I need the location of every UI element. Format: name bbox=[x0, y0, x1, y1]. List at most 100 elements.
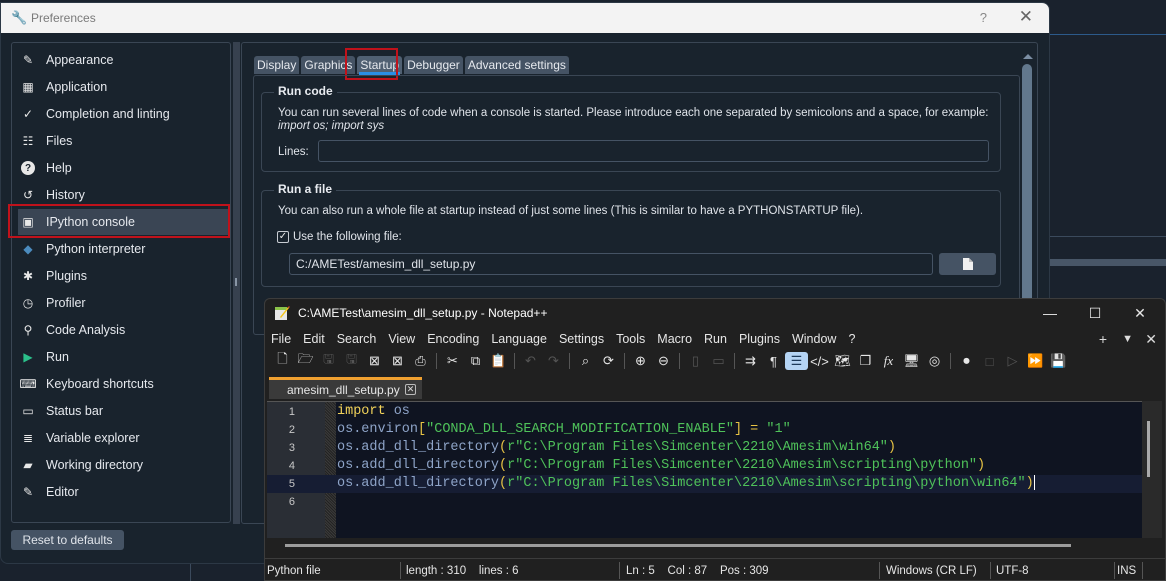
indent-guide-icon[interactable]: ☰ bbox=[785, 352, 808, 370]
tab-debugger[interactable]: Debugger bbox=[404, 56, 463, 74]
scrollbar-thumb[interactable] bbox=[1147, 421, 1150, 477]
find-icon[interactable]: ⌕ bbox=[574, 352, 597, 370]
tab-display[interactable]: Display bbox=[254, 56, 300, 74]
zoom-out-icon[interactable]: ⊖ bbox=[652, 352, 675, 370]
startup-file-input[interactable]: C:/AMETest/amesim_dll_setup.py bbox=[289, 253, 933, 275]
close-document-button[interactable]: ✕ bbox=[1145, 329, 1157, 349]
zoom-in-icon[interactable]: ⊕ bbox=[629, 352, 652, 370]
code-editor[interactable]: 1 import os 2 os.environ["CONDA_DLL_SEARCH_… bbox=[267, 401, 1144, 538]
menu-window[interactable]: Window bbox=[786, 332, 842, 346]
menu-help[interactable]: ? bbox=[842, 332, 861, 346]
sidebar-item-status-bar[interactable]: ▭ Status bar bbox=[18, 398, 230, 424]
folder-as-workspace-icon[interactable]: 🖥 bbox=[900, 352, 923, 370]
scroll-up-arrow-icon[interactable] bbox=[1023, 54, 1033, 59]
help-button[interactable]: ? bbox=[980, 10, 987, 25]
eol-status[interactable]: Windows (CR LF) bbox=[886, 563, 977, 579]
document-list-icon[interactable]: ❐ bbox=[854, 352, 877, 370]
record-macro-icon[interactable]: ⏺ bbox=[955, 352, 978, 370]
close-window-button[interactable]: ✕ bbox=[1125, 303, 1155, 323]
sidebar-item-variable-explorer[interactable]: ≣ Variable explorer bbox=[18, 425, 230, 451]
lines-input[interactable] bbox=[318, 140, 989, 162]
open-folder-icon[interactable]: 🗁 bbox=[294, 351, 317, 370]
sidebar-item-history[interactable]: ↺ History bbox=[18, 182, 230, 208]
replace-icon[interactable]: ⟳ bbox=[597, 352, 620, 370]
sidebar-item-profiler[interactable]: ◷ Profiler bbox=[18, 290, 230, 316]
maximize-button[interactable]: ☐ bbox=[1080, 303, 1110, 323]
sidebar-item-application[interactable]: ▦ Application bbox=[18, 74, 230, 100]
sidebar-item-python-interpreter[interactable]: ◆ Python interpreter bbox=[18, 236, 230, 262]
tab-close-icon[interactable]: ✕ bbox=[405, 384, 416, 395]
function-list-icon[interactable]: fx bbox=[877, 352, 900, 370]
paste-icon[interactable]: 📋 bbox=[487, 352, 510, 370]
menu-run[interactable]: Run bbox=[698, 332, 733, 346]
add-button[interactable]: + bbox=[1099, 329, 1107, 349]
sidebar-item-code-analysis[interactable]: ⚲ Code Analysis bbox=[18, 317, 230, 343]
scrollbar-thumb[interactable] bbox=[285, 544, 1071, 547]
word-wrap-icon[interactable]: ⇉ bbox=[739, 352, 762, 370]
splitter-grip[interactable] bbox=[235, 278, 237, 286]
tab-graphics[interactable]: Graphics bbox=[301, 56, 356, 74]
monitoring-icon[interactable]: ◎ bbox=[923, 352, 946, 370]
history-icon: ↺ bbox=[22, 188, 34, 202]
undo-icon[interactable]: ↶ bbox=[519, 352, 542, 370]
menu-macro[interactable]: Macro bbox=[651, 332, 698, 346]
tab-advanced-settings[interactable]: Advanced settings bbox=[464, 56, 569, 74]
playback-icon[interactable]: ▷ bbox=[1001, 352, 1024, 370]
code-line[interactable]: 2 os.environ["CONDA_DLL_SEARCH_MODIFICATI… bbox=[267, 421, 1144, 439]
menu-settings[interactable]: Settings bbox=[553, 332, 610, 346]
code-line[interactable]: 3 os.add_dll_directory(r"C:\Program Files… bbox=[267, 439, 1144, 457]
sidebar-splitter[interactable] bbox=[233, 42, 240, 524]
run-macro-multiple-icon[interactable]: ⏩ bbox=[1024, 352, 1047, 370]
menu-encoding[interactable]: Encoding bbox=[421, 332, 485, 346]
save-all-icon[interactable]: 🖫 bbox=[340, 351, 363, 370]
use-file-checkbox[interactable]: ✓ bbox=[277, 231, 289, 243]
sidebar-item-appearance[interactable]: ✎ Appearance bbox=[18, 47, 230, 73]
code-line[interactable]: 4 os.add_dll_directory(r"C:\Program Files… bbox=[267, 457, 1144, 475]
close-file-icon[interactable]: ⊠ bbox=[363, 352, 386, 370]
copy-icon[interactable]: ⧉ bbox=[464, 352, 487, 370]
code-line[interactable]: 6 bbox=[267, 493, 1144, 511]
sidebar-item-keyboard-shortcuts[interactable]: ⌨ Keyboard shortcuts bbox=[18, 371, 230, 397]
save-macro-icon[interactable]: 💾 bbox=[1047, 352, 1070, 370]
sync-horizontal-icon[interactable]: ▭ bbox=[707, 352, 730, 370]
sync-vertical-icon[interactable]: ▯ bbox=[684, 352, 707, 370]
menu-file[interactable]: File bbox=[265, 332, 297, 346]
cut-icon[interactable]: ✂ bbox=[441, 352, 464, 370]
new-file-icon[interactable]: 🗋 bbox=[271, 351, 294, 370]
xml-tag-icon[interactable]: </> bbox=[808, 352, 831, 370]
menu-plugins[interactable]: Plugins bbox=[733, 332, 786, 346]
menu-view[interactable]: View bbox=[382, 332, 421, 346]
encoding-status[interactable]: UTF-8 bbox=[996, 563, 1029, 579]
sidebar-item-files[interactable]: ☷ Files bbox=[18, 128, 230, 154]
tab-startup[interactable]: Startup bbox=[357, 56, 403, 75]
close-all-icon[interactable]: ⊠ bbox=[386, 352, 409, 370]
menu-search[interactable]: Search bbox=[331, 332, 383, 346]
menu-tools[interactable]: Tools bbox=[610, 332, 651, 346]
sidebar-item-ipython-console[interactable]: ▣ IPython console bbox=[18, 209, 230, 235]
code-line[interactable]: 1 import os bbox=[267, 403, 1144, 421]
browse-file-button[interactable] bbox=[939, 253, 996, 275]
sidebar-item-run[interactable]: ▶ Run bbox=[18, 344, 230, 370]
minimize-button[interactable]: — bbox=[1035, 303, 1065, 323]
use-file-label[interactable]: Use the following file: bbox=[293, 231, 402, 243]
dropdown-arrow-icon[interactable]: ▼ bbox=[1122, 329, 1133, 349]
menu-language[interactable]: Language bbox=[485, 332, 553, 346]
editor-horizontal-scrollbar[interactable] bbox=[267, 538, 1162, 554]
sidebar-item-editor[interactable]: ✎ Editor bbox=[18, 479, 230, 505]
sidebar-item-completion-and-linting[interactable]: ✓ Completion and linting bbox=[18, 101, 230, 127]
document-tab[interactable]: amesim_dll_setup.py ✕ bbox=[269, 377, 422, 399]
sidebar-item-plugins[interactable]: ✱ Plugins bbox=[18, 263, 230, 289]
menu-edit[interactable]: Edit bbox=[297, 332, 331, 346]
show-all-characters-icon[interactable]: ¶ bbox=[762, 352, 785, 370]
code-line[interactable]: 5 os.add_dll_directory(r"C:\Program Files… bbox=[267, 475, 1144, 493]
redo-icon[interactable]: ↷ bbox=[542, 352, 565, 370]
print-icon[interactable]: ⎙ bbox=[409, 352, 432, 370]
editor-vertical-scrollbar[interactable] bbox=[1142, 401, 1162, 538]
reset-to-defaults-button[interactable]: Reset to defaults bbox=[11, 530, 124, 550]
sidebar-item-working-directory[interactable]: ▰ Working directory bbox=[18, 452, 230, 478]
close-button[interactable]: ✕ bbox=[1019, 7, 1033, 27]
stop-recording-icon[interactable]: □ bbox=[978, 352, 1001, 370]
save-icon[interactable]: 🖫 bbox=[317, 351, 340, 370]
document-map-icon[interactable]: 🗺 bbox=[831, 352, 854, 370]
sidebar-item-help[interactable]: ? Help bbox=[18, 155, 230, 181]
